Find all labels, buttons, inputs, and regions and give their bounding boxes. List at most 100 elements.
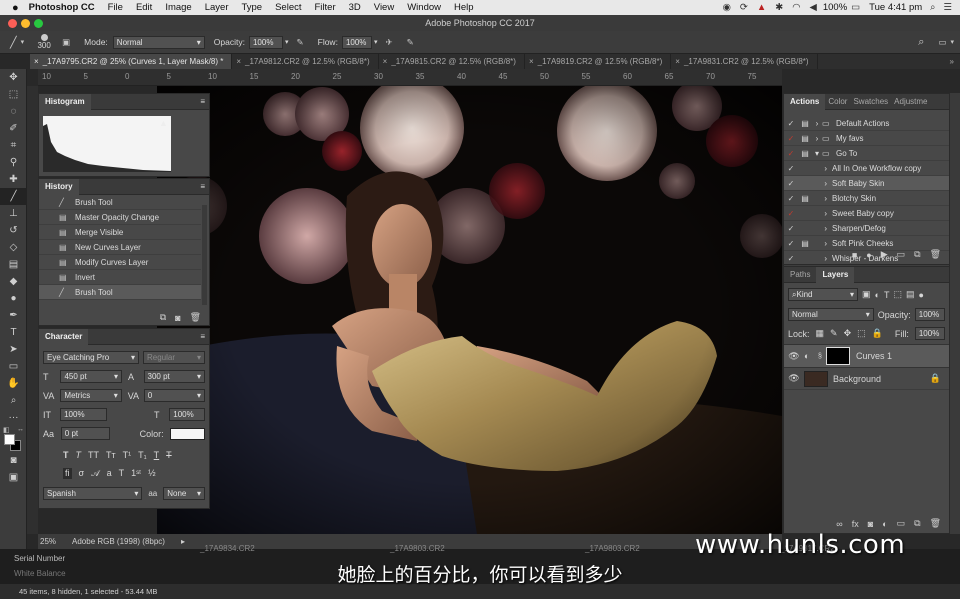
chevron-down-icon[interactable]: ▾ [285, 38, 289, 46]
text-color-swatch[interactable] [169, 427, 205, 440]
menu-3d[interactable]: 3D [349, 2, 361, 13]
chevron-right-icon[interactable]: › [812, 209, 832, 218]
add-mask-icon[interactable]: ◙ [868, 519, 873, 529]
history-item-selected[interactable]: ╱ Brush Tool [39, 285, 201, 300]
blend-mode-select[interactable]: Normal ▾ [788, 308, 874, 321]
horizontal-scale-input[interactable]: 100% [169, 408, 206, 421]
filmstrip-item[interactable]: _17A9803.CR2 [585, 544, 640, 553]
discretionary-ligature-icon[interactable]: σ [79, 468, 85, 479]
superscript-button[interactable]: T¹ [123, 450, 132, 460]
action-set[interactable]: ✓ ▤ ▾ ▭ Go To [784, 146, 949, 161]
healing-tool-icon[interactable]: ✚ [0, 171, 27, 188]
check-icon[interactable]: ✓ [784, 239, 798, 248]
document-canvas[interactable] [157, 86, 782, 534]
action-item[interactable]: ✓ › Sharpen/Defog [784, 221, 949, 236]
zoom-level[interactable]: 25% [40, 537, 56, 546]
layer-opacity-input[interactable]: 100% [914, 308, 945, 321]
airbrush-icon[interactable]: ✈ [385, 37, 392, 48]
pressure-size-icon[interactable]: ✎ [407, 37, 414, 48]
chevron-down-icon[interactable]: ▾ [21, 38, 25, 46]
tab-history[interactable]: History [39, 178, 79, 195]
action-item[interactable]: ✓ ▤ › Blotchy Skin [784, 191, 949, 206]
check-icon[interactable]: ✓ [784, 119, 798, 128]
pressure-opacity-icon[interactable]: ✎ [297, 37, 304, 48]
new-adjustment-icon[interactable]: ◐ [882, 519, 887, 529]
tab-swatches[interactable]: Swatches [850, 94, 891, 110]
eye-icon[interactable]: 👁 [784, 351, 804, 362]
record-icon[interactable]: ◉ [723, 2, 731, 13]
history-item[interactable]: ▤ Merge Visible [39, 225, 201, 240]
tab-adjustments[interactable]: Adjustme [891, 94, 930, 110]
menu-image[interactable]: Image [165, 2, 191, 13]
chevron-right-icon[interactable]: › [812, 164, 832, 173]
warning-icon[interactable]: ▲ [159, 118, 168, 128]
small-caps-button[interactable]: Tт [106, 450, 116, 460]
filter-type-icon[interactable]: T [884, 290, 890, 300]
close-icon[interactable]: × [675, 57, 680, 66]
crop-tool-icon[interactable]: ⌗ [0, 137, 27, 154]
pen-tool-icon[interactable]: ✒ [0, 307, 27, 324]
move-tool-icon[interactable]: ✥ [0, 69, 27, 86]
layer-fill-input[interactable]: 100% [914, 327, 945, 340]
chevron-down-icon[interactable]: ▾ [950, 38, 954, 46]
swap-colors-icon[interactable]: ↔ [17, 426, 24, 433]
chevron-down-icon[interactable]: ▾ [374, 38, 378, 46]
filter-pixel-icon[interactable]: ▣ [862, 289, 871, 300]
path-select-tool-icon[interactable]: ➤ [0, 341, 27, 358]
chain-icon[interactable]: § [818, 353, 826, 360]
filter-shape-icon[interactable]: ⬚ [893, 289, 902, 300]
close-icon[interactable]: × [383, 57, 388, 66]
mode-select[interactable]: Normal ▾ [112, 35, 205, 49]
action-set[interactable]: ✓ ▤ › ▭ Default Actions [784, 116, 949, 131]
tab-actions[interactable]: Actions [784, 93, 826, 110]
filmstrip-item[interactable]: _17A9803.CR2 [390, 544, 445, 553]
tab-color[interactable]: Color [825, 94, 850, 110]
menu-file[interactable]: File [108, 2, 123, 13]
battery-icon[interactable]: ▭ [851, 2, 860, 13]
layer-style-icon[interactable]: fx [852, 519, 859, 529]
lock-all-icon[interactable]: 🔒 [872, 328, 883, 339]
check-icon[interactable]: ✓ [784, 164, 798, 173]
sync-icon[interactable]: ⟳ [740, 2, 748, 13]
menu-window[interactable]: Window [407, 2, 441, 13]
stylistic-alternates-icon[interactable]: a [107, 468, 112, 479]
panel-menu-icon[interactable]: ≡ [200, 182, 205, 191]
all-caps-button[interactable]: TT [88, 450, 99, 460]
subscript-button[interactable]: T₁ [138, 450, 147, 460]
chevron-right-icon[interactable]: › [812, 239, 832, 248]
menu-list-icon[interactable]: ☰ [943, 2, 952, 13]
close-icon[interactable]: × [34, 57, 39, 66]
screen-mode-icon[interactable]: ▣ [0, 469, 27, 486]
font-size-input[interactable]: 450 pt ▾ [60, 370, 122, 383]
menu-app[interactable]: Photoshop CC [29, 2, 95, 13]
ordinals-icon[interactable]: 1ˢᵗ [131, 468, 141, 479]
strikethrough-button[interactable]: T [166, 450, 172, 460]
history-item[interactable]: ▤ New Curves Layer [39, 240, 201, 255]
layer-thumbnail[interactable] [804, 370, 828, 387]
chevron-right-icon[interactable]: › [812, 224, 832, 233]
document-tab[interactable]: × _17A9812.CR2 @ 12.5% (RGB/8*) [232, 54, 379, 69]
kerning-select[interactable]: Metrics ▾ [60, 389, 122, 402]
dialog-toggle-icon[interactable]: ▤ [798, 119, 812, 128]
chevron-right-icon[interactable]: › [812, 119, 822, 128]
brush-size-picker[interactable]: 300 [32, 34, 56, 50]
type-tool-icon[interactable]: T [0, 324, 27, 341]
filmstrip-item[interactable]: _17A9834.CR2 [200, 544, 255, 553]
zoom-window-button[interactable] [34, 19, 43, 28]
apple-icon[interactable]: ● [12, 2, 19, 14]
history-item[interactable]: ▤ Invert [39, 270, 201, 285]
dodge-tool-icon[interactable]: ● [0, 290, 27, 307]
layer-row[interactable]: 👁 ◐ § Curves 1 [784, 344, 949, 368]
dialog-toggle-icon[interactable]: ▤ [798, 194, 812, 203]
check-icon[interactable]: ✓ [784, 209, 798, 218]
new-action-icon[interactable]: ⧉ [914, 249, 920, 260]
chevron-right-icon[interactable]: › [812, 134, 822, 143]
record-icon[interactable]: ● [866, 250, 871, 260]
leading-input[interactable]: 300 pt ▾ [143, 370, 206, 383]
lock-transparent-icon[interactable]: ▦ [816, 328, 825, 339]
foreground-color-swatch[interactable] [4, 434, 15, 445]
chevron-right-icon[interactable]: › [812, 194, 832, 203]
dialog-toggle-icon[interactable]: ▤ [798, 134, 812, 143]
panel-menu-icon[interactable]: ≡ [200, 332, 205, 341]
trash-icon[interactable]: 🗑 [930, 518, 941, 529]
